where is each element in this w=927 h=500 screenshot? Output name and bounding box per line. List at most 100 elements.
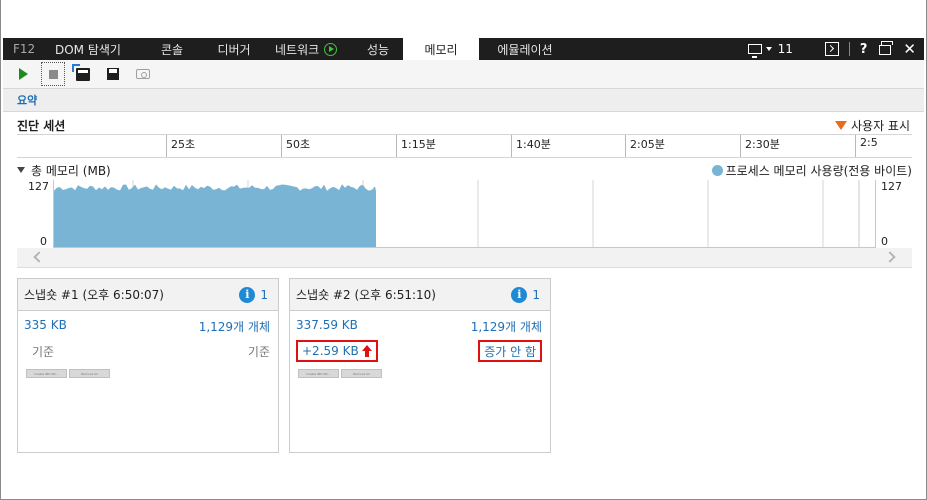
tab-network-label: 네트워크 <box>275 42 320 57</box>
size-diff-highlight[interactable]: +2.59 KB <box>296 340 378 362</box>
tab-summary[interactable]: 요약 <box>17 92 37 108</box>
screenshot-thumbnail: Create IBO Mo... Remove hli <box>290 361 550 378</box>
y-axis-left: 127 0 <box>17 180 53 248</box>
y-max-label-right: 127 <box>881 180 902 193</box>
import-button[interactable] <box>71 62 95 86</box>
snapshot-diff: 기준 기준 <box>18 341 278 361</box>
memory-series-area <box>54 184 376 247</box>
info-count: 1 <box>532 287 540 302</box>
tab-console[interactable]: 콘솔 <box>141 38 203 60</box>
memory-plot[interactable] <box>53 180 876 248</box>
undock-button[interactable] <box>873 38 897 60</box>
tab-emulation[interactable]: 에뮬레이션 <box>479 38 571 60</box>
f12-label: F12 <box>13 42 36 56</box>
user-marks-label: 사용자 표시 <box>850 119 910 133</box>
heap-size-link[interactable]: 337.59 KB <box>296 318 358 335</box>
timeline-ruler[interactable]: 25초 50초 1:15분 1:40분 2:05분 2:30분 2:5 <box>17 134 912 158</box>
thumbnail-button: Remove hli <box>69 369 110 378</box>
arrow-up-icon <box>361 345 372 357</box>
network-record-icon <box>324 42 338 56</box>
chevron-down-icon <box>765 47 772 51</box>
timeline-tick: 50초 <box>281 135 310 157</box>
user-mark-icon <box>834 121 847 130</box>
timeline-tick: 1:40분 <box>511 135 551 157</box>
objects-diff-value: 증가 안 함 <box>484 344 536 359</box>
objects-diff-baseline: 기준 <box>247 344 270 359</box>
play-icon <box>18 68 28 80</box>
close-button[interactable]: ✕ <box>897 38 924 60</box>
undock-icon <box>879 41 894 55</box>
chart-legend: 프로세스 메모리 사용량(전용 바이트) <box>711 162 912 179</box>
timeline-tick: 2:5 <box>855 135 878 157</box>
start-session-button[interactable] <box>11 62 35 86</box>
timeline-tick: 1:15분 <box>396 135 436 157</box>
screenshot-thumbnail: Create IBO Mo... Remove hli <box>18 361 278 378</box>
snapshot-header: 스냅숏 #2 (오후 6:51:10) i 1 <box>290 279 550 311</box>
thumbnail-button: Create IBO Mo... <box>298 369 339 378</box>
summary-bar: 요약 <box>3 88 924 112</box>
snapshot-info-badge[interactable]: i 1 <box>511 286 540 303</box>
tab-performance[interactable]: 성능 <box>353 38 403 60</box>
target-count: 11 <box>777 42 793 56</box>
snapshot-info-badge[interactable]: i 1 <box>239 286 268 303</box>
legend-label: 프로세스 메모리 사용량(전용 바이트) <box>725 163 912 178</box>
info-icon: i <box>239 286 256 303</box>
memory-chart-header: 총 메모리 (MB) 프로세스 메모리 사용량(전용 바이트) <box>17 161 912 179</box>
take-snapshot-button[interactable] <box>131 62 155 86</box>
help-button[interactable]: ? <box>854 38 874 60</box>
timeline-tick: 2:05분 <box>625 135 665 157</box>
snapshot-values: 335 KB 1,129개 개체 <box>18 318 278 335</box>
y-axis-right: 127 0 <box>876 180 912 248</box>
save-button[interactable] <box>101 62 125 86</box>
snapshot-card-2[interactable]: 스냅숏 #2 (오후 6:51:10) i 1 337.59 KB 1,129개… <box>289 278 551 453</box>
legend-swatch <box>711 164 723 176</box>
timeline-scrollbar[interactable] <box>17 248 912 268</box>
camera-icon <box>136 69 150 79</box>
tab-bar: F12 DOM 탐색기 콘솔 디버거 네트워크 성능 메모리 에뮬레이션 11 … <box>3 38 924 60</box>
collapse-icon[interactable] <box>17 167 25 173</box>
thumbnail-button: Remove hli <box>341 369 382 378</box>
close-icon: ✕ <box>903 40 916 58</box>
size-diff-value: +2.59 KB <box>302 344 359 358</box>
snapshot-card-1[interactable]: 스냅숏 #1 (오후 6:50:07) i 1 335 KB 1,129개 개체… <box>17 278 279 453</box>
target-selector-button[interactable]: 11 <box>742 38 799 60</box>
objects-diff-highlight[interactable]: 증가 안 함 <box>478 340 542 362</box>
snapshot-title: 스냅숏 #1 (오후 6:50:07) <box>24 288 164 302</box>
tab-debugger[interactable]: 디버거 <box>203 38 265 60</box>
monitor-icon <box>747 44 762 58</box>
info-icon: i <box>511 286 528 303</box>
user-marks-toggle[interactable]: 사용자 표시 <box>834 117 910 134</box>
timeline-tick: 2:30분 <box>740 135 780 157</box>
chevron-left-icon[interactable] <box>33 251 45 263</box>
tab-dom-explorer[interactable]: DOM 탐색기 <box>45 38 141 60</box>
snapshot-title: 스냅숏 #2 (오후 6:51:10) <box>296 288 436 302</box>
object-count-link[interactable]: 1,129개 개체 <box>199 318 270 335</box>
import-icon <box>72 63 90 81</box>
y-max-label: 127 <box>28 180 49 193</box>
info-count: 1 <box>260 287 268 302</box>
size-diff-baseline: 기준 <box>32 344 55 359</box>
tabbar-controls: 11 ? ✕ <box>742 38 924 60</box>
heap-size-link[interactable]: 335 KB <box>24 318 67 335</box>
console-toggle-button[interactable] <box>819 38 845 60</box>
tab-network[interactable]: 네트워크 <box>265 38 353 60</box>
snapshot-header: 스냅숏 #1 (오후 6:50:07) i 1 <box>18 279 278 311</box>
thumbnail-button: Create IBO Mo... <box>26 369 67 378</box>
snapshot-diff: +2.59 KB 증가 안 함 <box>290 340 550 362</box>
y-min-label: 0 <box>40 235 47 248</box>
object-count-link[interactable]: 1,129개 개체 <box>471 318 542 335</box>
devtools-window: F12 DOM 탐색기 콘솔 디버거 네트워크 성능 메모리 에뮬레이션 11 … <box>0 0 927 500</box>
memory-chart-title: 총 메모리 (MB) <box>31 163 111 178</box>
console-icon <box>824 42 839 56</box>
memory-area-chart <box>54 180 860 247</box>
y-min-label-right: 0 <box>881 235 888 248</box>
memory-toolbar <box>3 60 924 88</box>
chevron-right-icon[interactable] <box>884 251 896 263</box>
timeline-tick: 25초 <box>166 135 195 157</box>
tab-memory[interactable]: 메모리 <box>403 38 479 60</box>
stop-session-button[interactable] <box>41 62 65 86</box>
stop-icon <box>48 69 58 79</box>
separator <box>848 42 850 56</box>
session-title: 진단 세션 <box>17 119 66 133</box>
snapshot-values: 337.59 KB 1,129개 개체 <box>290 318 550 335</box>
